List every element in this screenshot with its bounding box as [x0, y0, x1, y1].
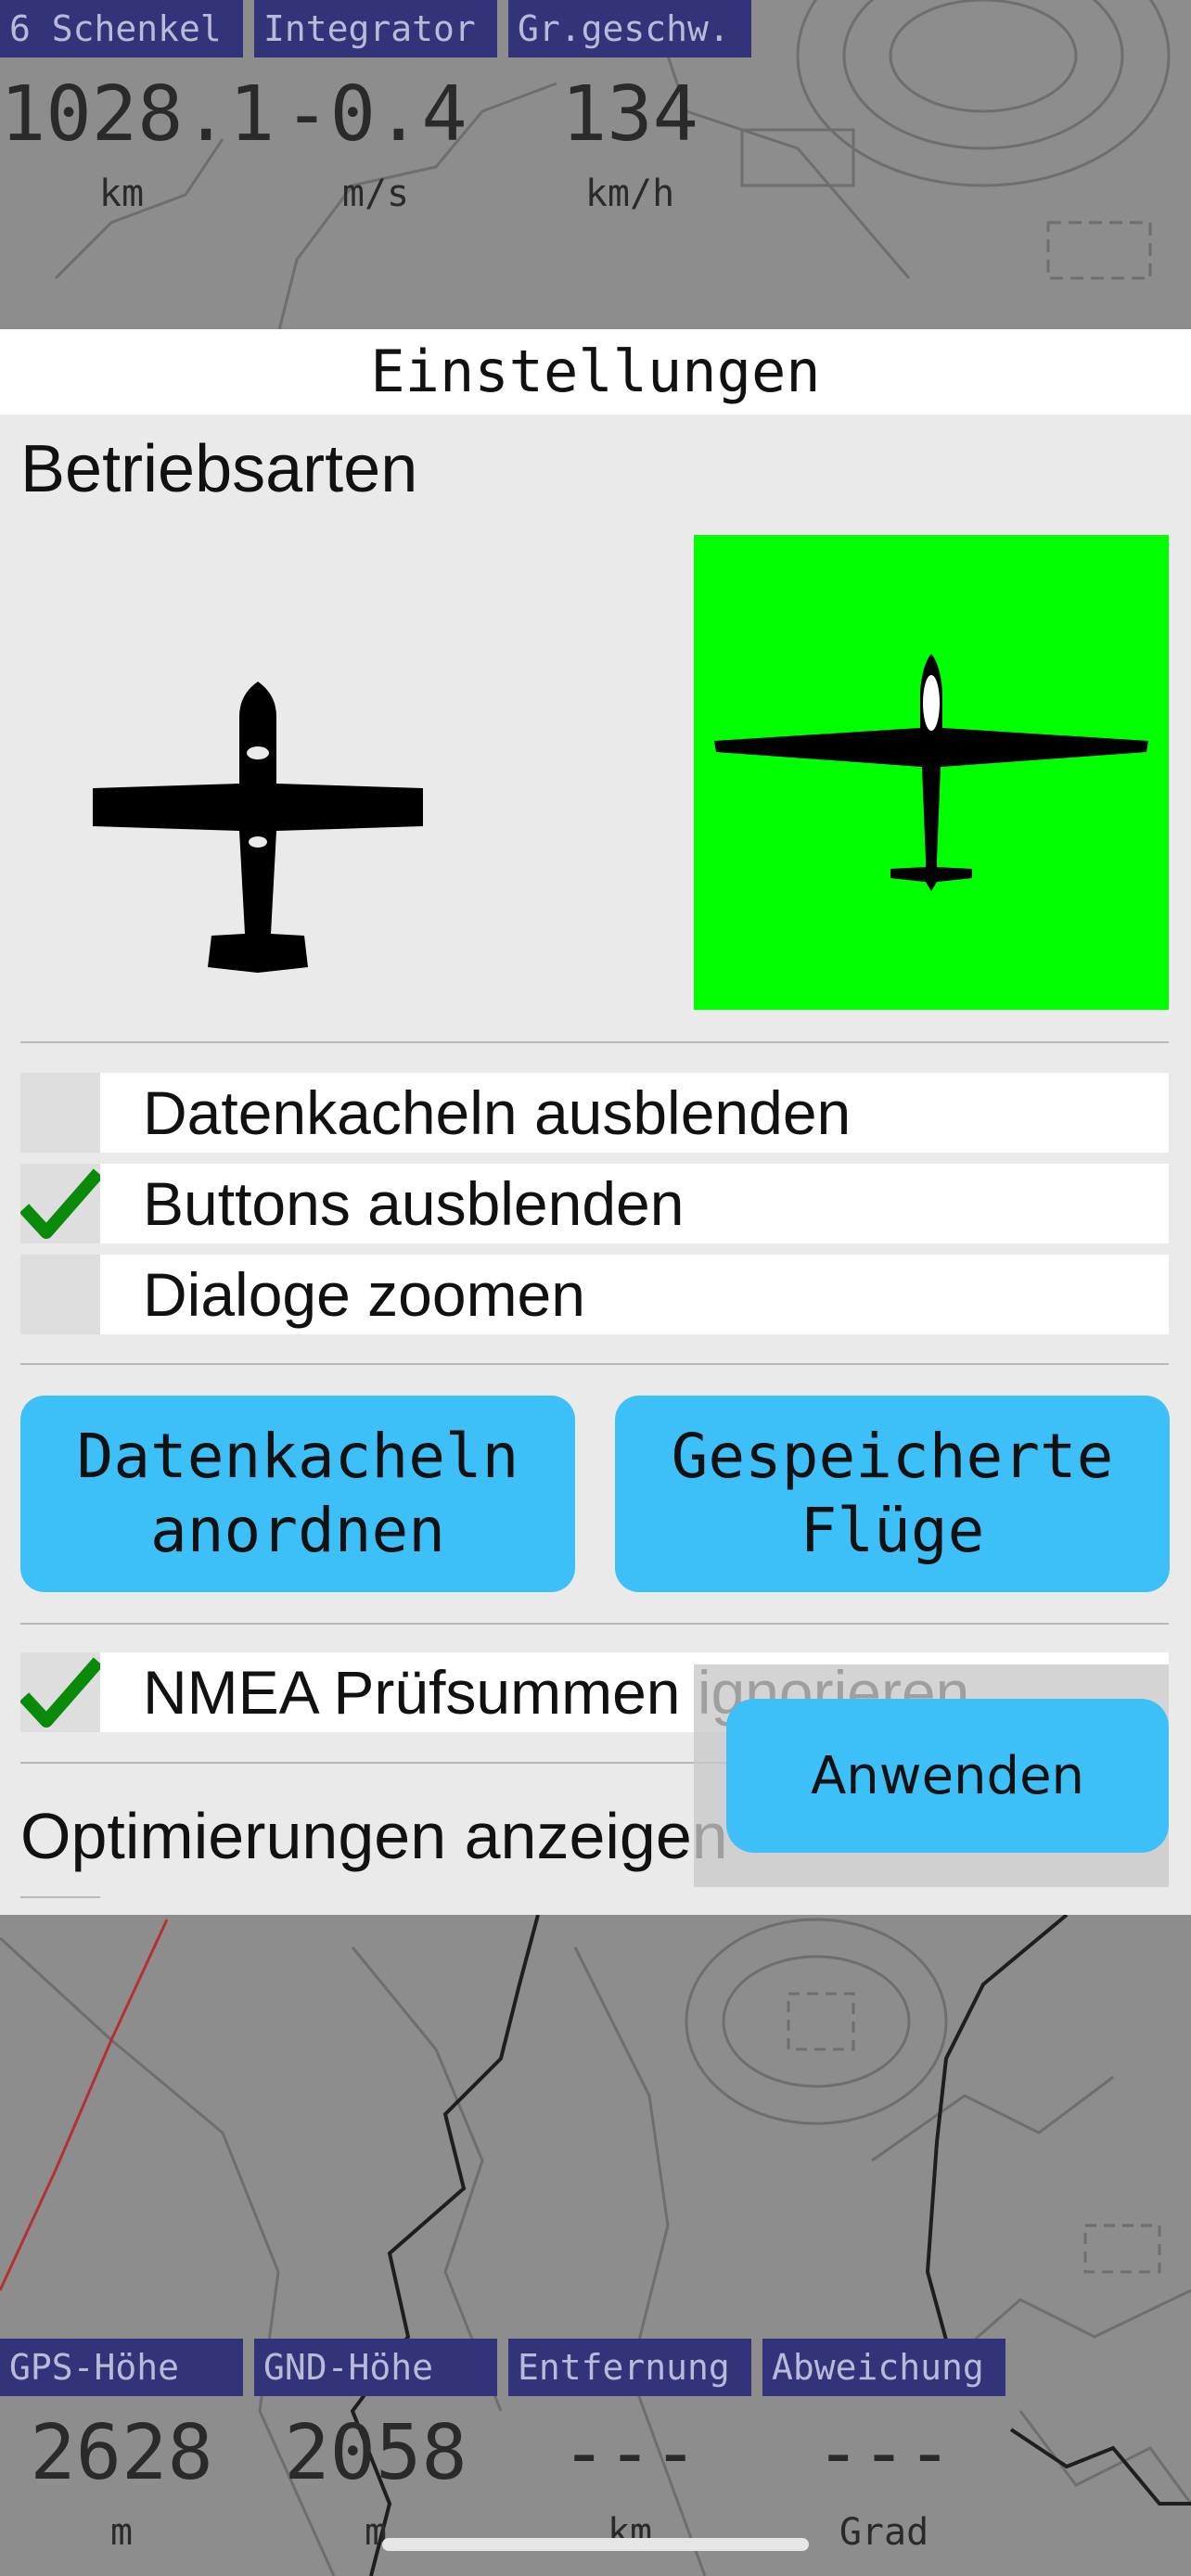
checkbox-hide-data-tiles[interactable]: Datenkacheln ausblenden [20, 1073, 1169, 1153]
checkmark-icon [19, 1168, 104, 1239]
tile-ground-altitude[interactable]: GND-Höhe 2058 m [254, 2339, 497, 2570]
tile-unit: m/s [341, 172, 410, 215]
dialog-title: Einstellungen [0, 329, 1191, 414]
button-label-line: Flüge [800, 1495, 985, 1566]
saved-flights-button[interactable]: Gespeicherte Flüge [615, 1396, 1170, 1592]
tile-unit: km [98, 172, 145, 215]
home-indicator[interactable] [382, 2538, 809, 2551]
checkmark-icon [19, 1657, 104, 1728]
tile-value: 134 [560, 70, 699, 159]
tile-deviation[interactable]: Abweichung --- Grad [762, 2339, 1005, 2570]
tile-value: --- [814, 2409, 954, 2497]
checkbox-label: Buttons ausblenden [143, 1169, 685, 1238]
checkbox-box[interactable] [20, 1255, 100, 1334]
button-label-line: anordnen [150, 1495, 445, 1566]
tile-label: GND-Höhe [254, 2339, 497, 2396]
tile-gps-altitude[interactable]: GPS-Höhe 2628 m [0, 2339, 243, 2570]
divider [20, 1896, 100, 1898]
arrange-data-tiles-button[interactable]: Datenkacheln anordnen [20, 1396, 575, 1592]
tile-label: Entfernung [508, 2339, 751, 2396]
tile-unit: km/h [584, 172, 675, 215]
tile-value: 2628 [30, 2409, 213, 2497]
tile-distance[interactable]: Entfernung --- km [508, 2339, 751, 2570]
tile-label: Abweichung [762, 2339, 1005, 2396]
checkbox-label: Datenkacheln ausblenden [143, 1078, 852, 1147]
tile-label: GPS-Höhe [0, 2339, 243, 2396]
checkbox-hide-buttons[interactable]: Buttons ausblenden [19, 1164, 1169, 1243]
tile-leg-distance[interactable]: 6 Schenkel 1028.1 km [0, 0, 275, 232]
checkbox-label: Dialoge zoomen [143, 1260, 585, 1329]
tile-value: --- [560, 2409, 699, 2497]
checkbox-box[interactable] [20, 1073, 100, 1153]
section-heading: Betriebsarten [20, 432, 418, 506]
checkbox-zoom-dialogs[interactable]: Dialoge zoomen [20, 1255, 1169, 1334]
checkbox-box[interactable] [19, 1164, 104, 1243]
tile-value: 1028.1 [0, 70, 275, 159]
tile-ground-speed[interactable]: Gr.geschw. 134 km/h [508, 0, 751, 232]
tile-label: 6 Schenkel [0, 0, 243, 57]
checkbox-box[interactable] [19, 1652, 104, 1732]
tile-value: 2058 [284, 2409, 467, 2497]
mode-powered-aircraft-button[interactable] [20, 535, 495, 1010]
apply-button[interactable]: Anwenden [726, 1699, 1169, 1853]
divider [20, 1041, 1169, 1043]
tile-integrator[interactable]: Integrator -0.4 m/s [254, 0, 497, 232]
tile-label: Integrator [254, 0, 497, 57]
divider [20, 1623, 1169, 1625]
tile-unit: m [109, 2511, 134, 2554]
button-label-line: Datenkacheln [76, 1421, 519, 1492]
button-label-line: Gespeicherte [671, 1421, 1114, 1492]
apply-panel: Anwenden [694, 1664, 1169, 1887]
divider [20, 1363, 1169, 1365]
tile-value: -0.4 [284, 70, 467, 159]
mode-glider-button[interactable] [694, 535, 1169, 1010]
show-optimizations-heading[interactable]: Optimierungen anzeigen [20, 1794, 728, 1878]
powered-aircraft-icon [93, 682, 423, 973]
glider-icon [714, 654, 1148, 891]
tile-label: Gr.geschw. [508, 0, 751, 57]
